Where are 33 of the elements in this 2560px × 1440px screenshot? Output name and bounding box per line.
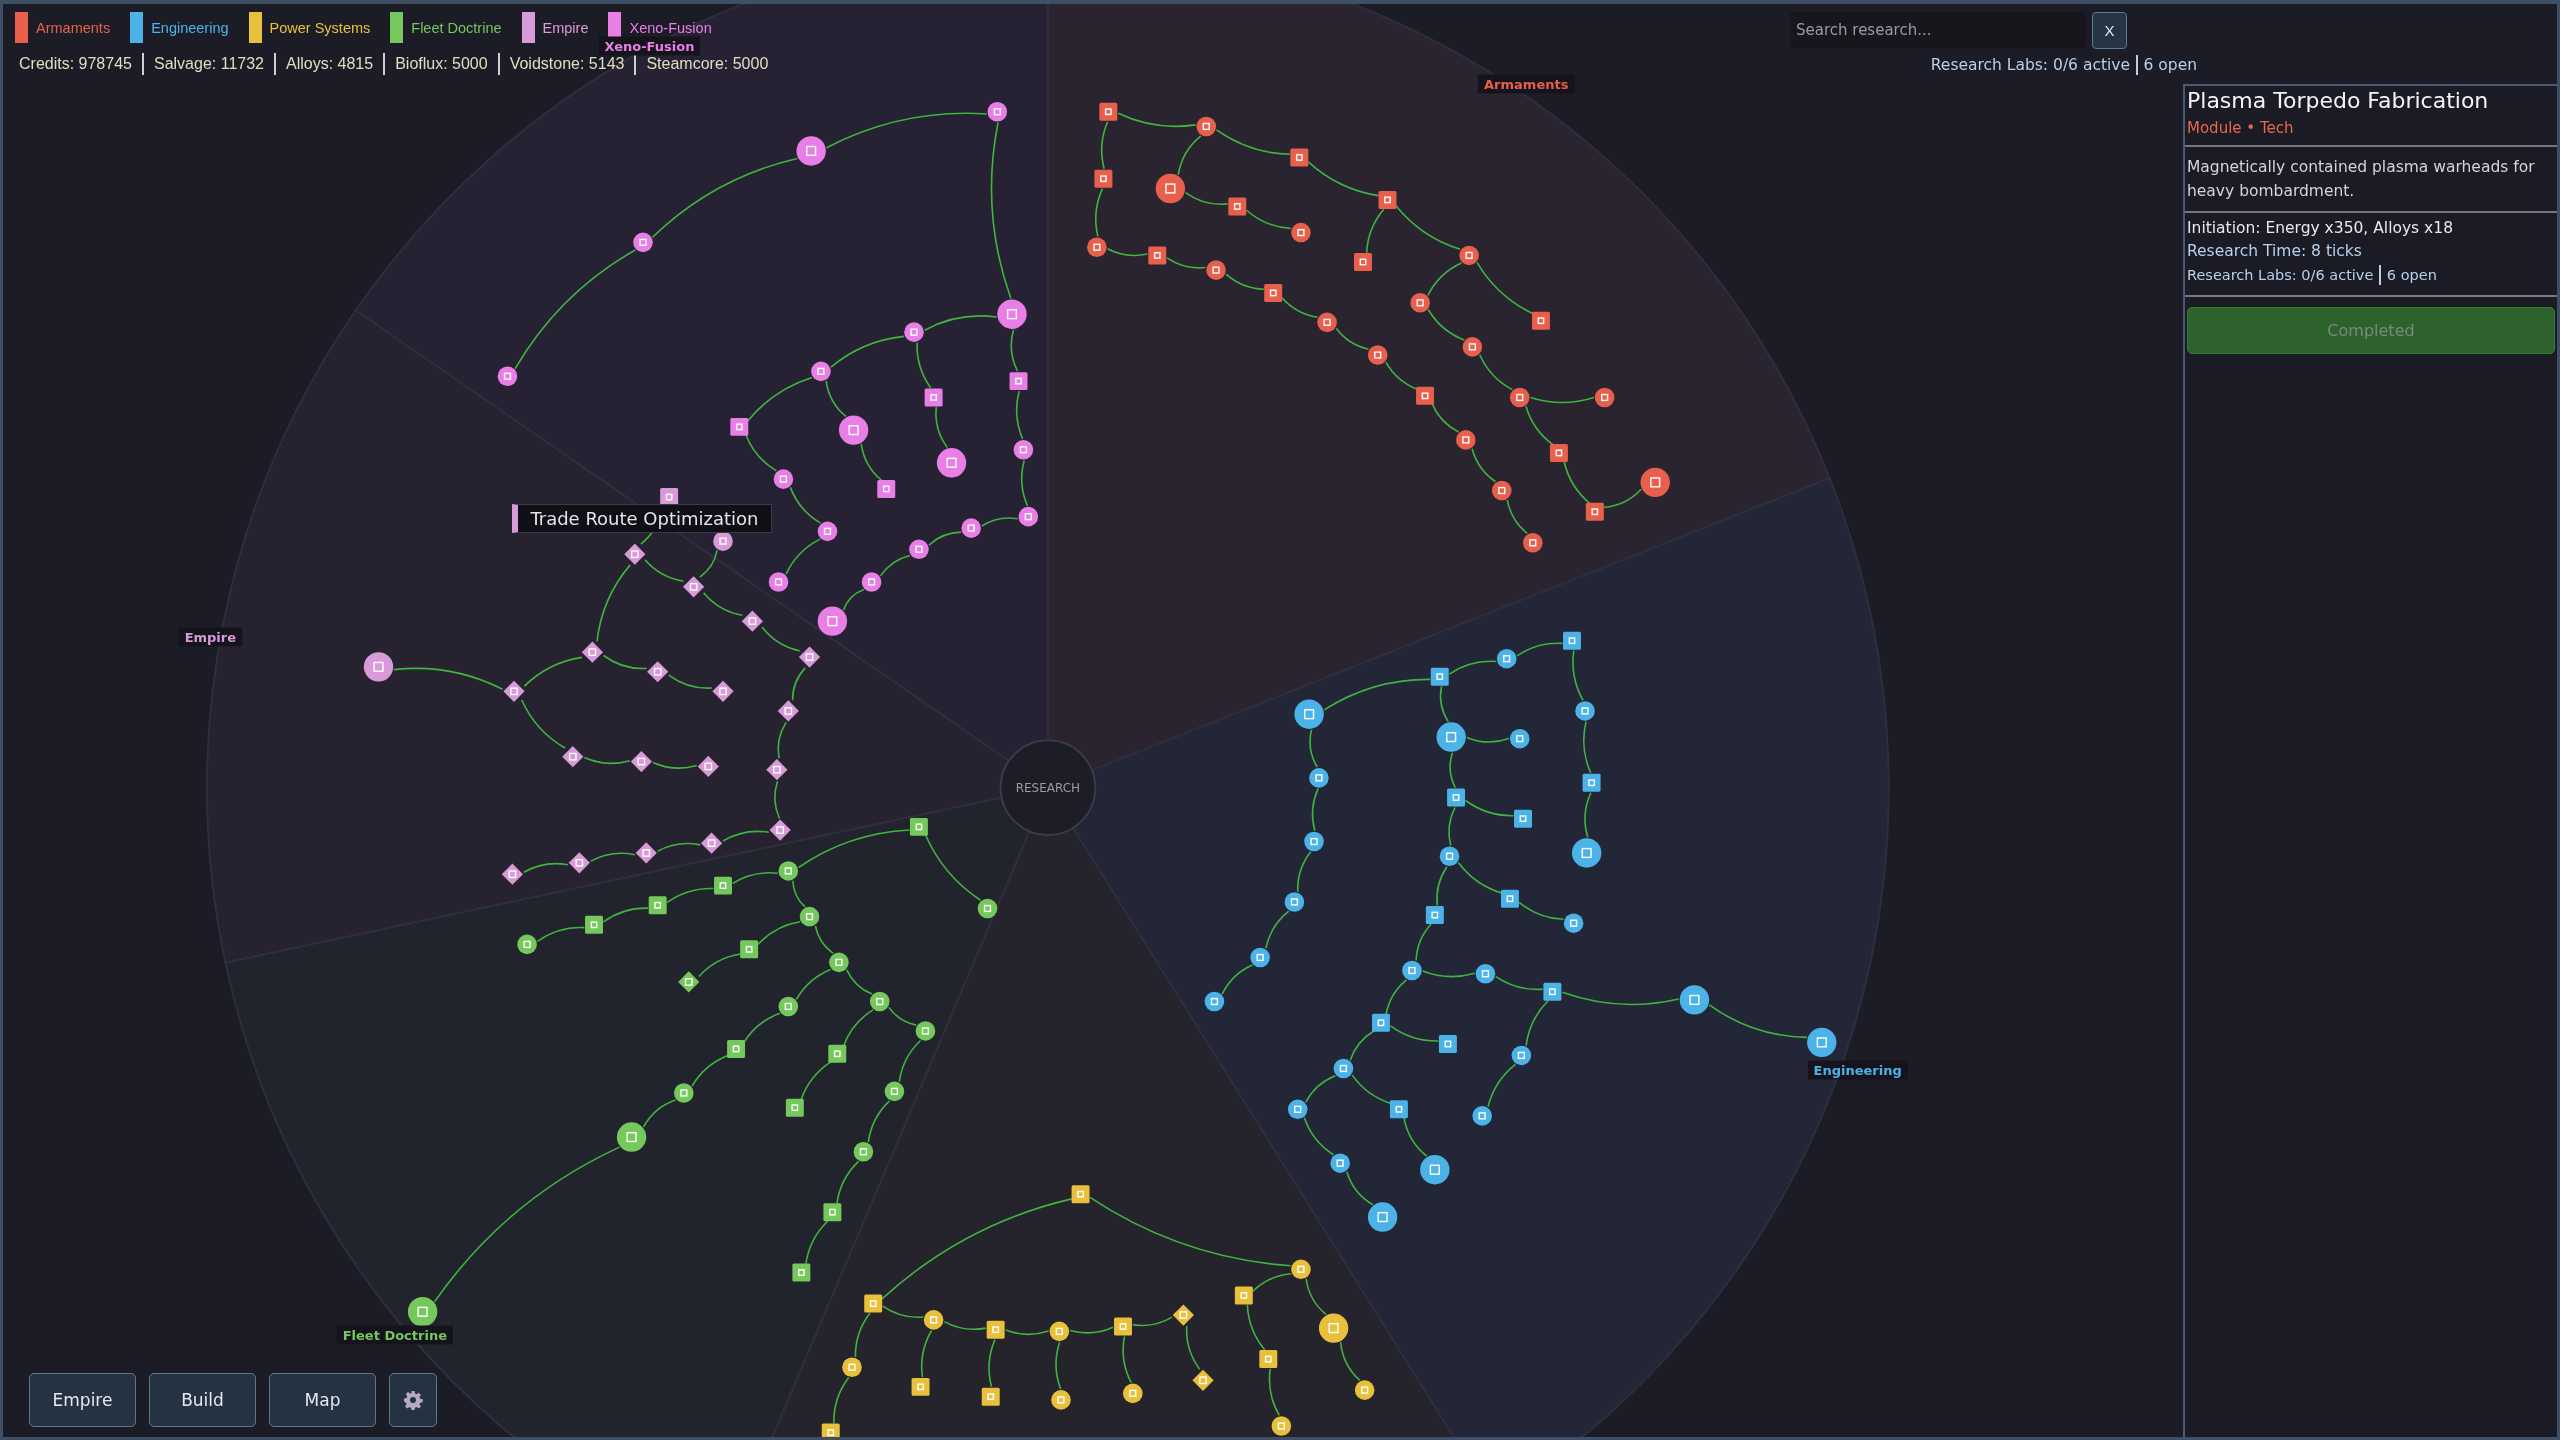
labs-open: 6 open: [2143, 56, 2197, 74]
hub-label: RESEARCH: [1015, 780, 1081, 795]
resource-count: Alloys: 4815: [286, 55, 374, 73]
node-tooltip: Trade Route Optimization: [512, 503, 772, 533]
labs-active: Research Labs: 0/6 active: [2187, 267, 2374, 283]
resource-count: Voidstone: 5143: [509, 55, 625, 73]
nav-button[interactable]: Empire: [29, 1373, 136, 1427]
legend-label: Xeno-Fusion: [629, 19, 712, 36]
resource-count: Salvage: 11732: [153, 55, 264, 73]
sector-label: Empire: [178, 627, 243, 647]
search-field[interactable]: Search research...: [1790, 12, 2086, 48]
resource-count: Bioflux: 5000: [395, 55, 488, 73]
resource-count: Credits: 978745: [19, 55, 132, 73]
description: Magnetically contained plasma warheads for heavy bombardment.: [2185, 147, 2557, 213]
labs-open: 6 open: [2386, 267, 2437, 283]
clear-search-button[interactable]: X: [2092, 12, 2127, 49]
sector-label: Fleet Doctrine: [336, 1325, 453, 1345]
legend-label: Armaments: [36, 19, 111, 36]
nav-button[interactable]: Build: [149, 1373, 256, 1427]
legend-label: Fleet Doctrine: [411, 19, 502, 36]
labs-active: Research Labs: 0/6 active: [1930, 56, 2130, 74]
legend-label: Power Systems: [269, 19, 371, 36]
sector-label: Engineering: [1807, 1060, 1908, 1080]
panel-title: Plasma Torpedo Fabrication: [2187, 88, 2490, 113]
legend-label: Engineering: [151, 19, 229, 36]
tech-tags: Module • Tech: [2187, 119, 2555, 137]
legend-label: Empire: [542, 19, 589, 36]
sector-label: Xeno-Fusion: [598, 36, 701, 56]
nav-button[interactable]: Map: [269, 1373, 376, 1427]
initiation-cost: Initiation: Energy x350, Alloys x18: [2187, 219, 2454, 237]
sector-label: Armaments: [1478, 74, 1575, 94]
resource-count: Steamcore: 5000: [646, 55, 769, 73]
research-time: Research Time: 8 ticks: [2187, 242, 2363, 260]
